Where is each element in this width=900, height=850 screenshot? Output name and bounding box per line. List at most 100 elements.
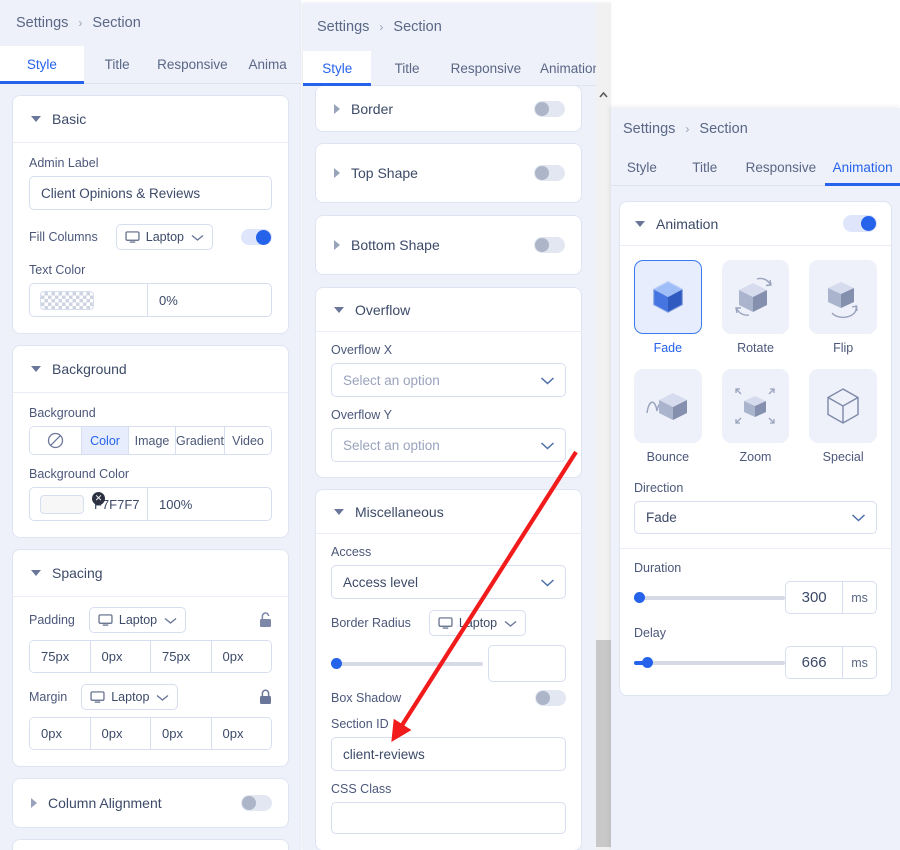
background-type-none[interactable] <box>30 427 82 454</box>
section-card-top-shape[interactable]: Top Shape <box>316 144 581 202</box>
duration-value[interactable]: 300 <box>786 582 844 613</box>
card-header-spacing[interactable]: Spacing <box>13 550 288 597</box>
breadcrumb-root[interactable]: Settings <box>317 19 369 35</box>
css-class-input[interactable] <box>331 802 566 834</box>
special-cube-icon <box>827 388 859 424</box>
tab-responsive[interactable]: Responsive <box>443 51 529 85</box>
transparent-swatch[interactable] <box>40 290 94 310</box>
fill-columns-device-select[interactable]: Laptop <box>115 224 213 250</box>
duration-field[interactable]: 300 ms <box>785 581 877 614</box>
background-color-swatch-cell[interactable]: ✕ F7F7F7 <box>30 488 148 520</box>
overflow-x-select[interactable]: Select an option <box>331 363 566 397</box>
background-type-image[interactable]: Image <box>129 427 177 454</box>
scrollbar-thumb[interactable] <box>596 640 611 847</box>
tab-animation[interactable]: Animation <box>825 149 900 186</box>
animation-tile[interactable] <box>721 369 790 443</box>
tab-style[interactable]: Style <box>611 149 673 185</box>
animation-option-zoom[interactable]: Zoom <box>721 369 790 464</box>
access-select[interactable]: Access level <box>331 565 566 599</box>
card-header-basic[interactable]: Basic <box>13 96 288 143</box>
duration-slider[interactable] <box>634 590 786 606</box>
tab-style[interactable]: Style <box>0 46 84 84</box>
animation-toggle[interactable] <box>843 215 877 232</box>
tab-label: Anima <box>248 57 287 72</box>
card-header-bottom-shape[interactable]: Bottom Shape <box>316 216 581 274</box>
admin-label-input[interactable]: Client Opinions & Reviews <box>29 176 272 210</box>
tab-title[interactable]: Title <box>371 51 442 85</box>
padding-bottom-input[interactable]: 75px <box>151 641 212 672</box>
overflow-y-select[interactable]: Select an option <box>331 428 566 462</box>
delay-slider[interactable] <box>634 655 786 671</box>
tab-title[interactable]: Title <box>673 149 737 185</box>
top-shape-toggle[interactable] <box>534 165 565 181</box>
text-color-field[interactable]: 0% <box>29 283 272 317</box>
margin-right-input[interactable]: 0px <box>90 718 151 749</box>
border-radius-input[interactable] <box>488 645 566 682</box>
column-alignment-toggle[interactable] <box>241 795 272 811</box>
background-color-opacity[interactable]: 100% <box>148 488 271 520</box>
section-card-bottom-shape[interactable]: Bottom Shape <box>316 216 581 274</box>
animation-tile[interactable] <box>634 369 702 443</box>
margin-device-select[interactable]: Laptop <box>81 684 179 710</box>
padding-top-input[interactable]: 75px <box>30 641 91 672</box>
background-type-gradient[interactable]: Gradient <box>176 427 225 454</box>
background-type-video[interactable]: Video <box>224 427 271 454</box>
card-header-column-alignment[interactable]: Column Alignment <box>13 779 288 827</box>
screenshot-root: Settings › Section Style Title Responsiv… <box>0 0 900 850</box>
animation-tile[interactable] <box>809 369 877 443</box>
border-radius-device-select[interactable]: Laptop <box>428 610 527 636</box>
animation-option-fade[interactable]: Fade <box>634 260 702 355</box>
breadcrumb-root[interactable]: Settings <box>16 15 68 31</box>
section-id-input[interactable]: client-reviews <box>331 737 566 771</box>
bottom-shape-toggle[interactable] <box>534 237 565 253</box>
animation-option-rotate[interactable]: Rotate <box>721 260 790 355</box>
animation-option-bounce[interactable]: Bounce <box>634 369 702 464</box>
padding-left-input[interactable]: 0px <box>211 641 271 672</box>
animation-tile[interactable] <box>634 260 702 334</box>
animation-option-flip[interactable]: Flip <box>809 260 877 355</box>
padding-unlock-icon[interactable] <box>259 612 272 628</box>
padding-device-select[interactable]: Laptop <box>88 607 187 633</box>
tab-style[interactable]: Style <box>303 51 372 86</box>
animation-tile[interactable] <box>809 260 877 334</box>
direction-select[interactable]: Fade <box>634 501 877 534</box>
tab-responsive[interactable]: Responsive <box>151 46 235 83</box>
delay-value[interactable]: 666 <box>786 647 844 678</box>
tab-animation[interactable]: Anima <box>234 46 301 83</box>
clear-color-icon[interactable]: ✕ <box>92 492 105 505</box>
delay-field[interactable]: 666 ms <box>785 646 877 679</box>
text-color-swatch-cell[interactable] <box>30 284 148 316</box>
box-shadow-toggle[interactable] <box>535 690 566 706</box>
margin-lock-icon[interactable] <box>259 689 272 705</box>
margin-bottom-input[interactable]: 0px <box>151 718 212 749</box>
background-type-color[interactable]: Color <box>82 427 130 454</box>
color-swatch[interactable] <box>40 494 84 514</box>
margin-left-input[interactable]: 0px <box>211 718 271 749</box>
background-color-field[interactable]: ✕ F7F7F7 100% <box>29 487 272 521</box>
access-value: Access level <box>343 574 419 590</box>
margin-top-input[interactable]: 0px <box>30 718 91 749</box>
scroll-up-arrow[interactable] <box>596 87 611 102</box>
card-header-background[interactable]: Background <box>13 346 288 393</box>
tab-responsive[interactable]: Responsive <box>737 149 826 185</box>
animation-tile[interactable] <box>721 260 790 334</box>
padding-right-input[interactable]: 0px <box>90 641 151 672</box>
breadcrumb-root[interactable]: Settings <box>623 121 675 137</box>
border-radius-slider[interactable] <box>331 656 483 672</box>
margin-inputs: 0px 0px 0px 0px <box>29 717 272 750</box>
card-header-top-shape[interactable]: Top Shape <box>316 144 581 202</box>
card-header-border[interactable]: Border <box>316 86 581 131</box>
border-toggle[interactable] <box>534 100 565 117</box>
tab-title[interactable]: Title <box>84 46 151 83</box>
section-card-next-partial[interactable] <box>13 840 288 850</box>
section-card-border[interactable]: Border <box>316 86 581 131</box>
animation-option-special[interactable]: Special <box>809 369 877 464</box>
fill-columns-toggle[interactable] <box>241 229 272 245</box>
text-color-opacity[interactable]: 0% <box>148 284 271 316</box>
card-header-animation[interactable]: Animation <box>620 202 891 246</box>
tab-label: Title <box>104 57 130 72</box>
card-header-miscellaneous[interactable]: Miscellaneous <box>316 490 581 534</box>
section-card-column-alignment[interactable]: Column Alignment <box>13 779 288 827</box>
chevron-down-icon <box>334 306 344 313</box>
card-header-overflow[interactable]: Overflow <box>316 288 581 332</box>
